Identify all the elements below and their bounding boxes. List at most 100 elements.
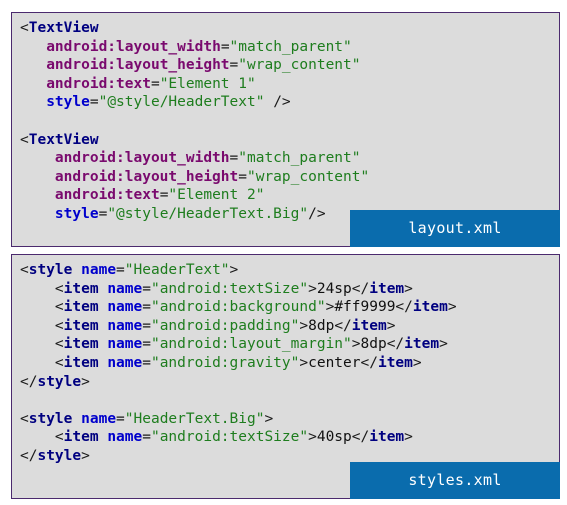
styles-xml-panel: <style name="HeaderText"> <item name="an…: [11, 254, 560, 499]
attribute-value: "android:padding": [150, 317, 300, 334]
attribute-name: android:layout_width: [46, 38, 221, 55]
equals-sign: =: [98, 205, 108, 222]
tag-close: >: [308, 429, 317, 446]
tag-name: TextView: [28, 20, 99, 36]
attribute-name: name: [107, 336, 143, 353]
attribute-name: android:layout_height: [54, 168, 239, 185]
tag-bracket: <: [54, 280, 64, 297]
tag-name: item: [404, 336, 440, 353]
attribute-value: "HeaderText": [124, 262, 230, 278]
tag-name: item: [63, 280, 99, 297]
item-value: center: [308, 354, 361, 371]
tag-name: item: [369, 280, 405, 297]
tag-name: item: [63, 336, 99, 353]
equals-sign: =: [89, 94, 99, 111]
attribute-value: "match_parent": [229, 38, 352, 55]
tag-name: item: [377, 354, 413, 371]
equals-sign: =: [142, 429, 151, 446]
attribute-value: "android:textSize": [150, 280, 309, 297]
code-line: style="@style/HeaderText.Big"/>: [20, 205, 369, 224]
tag-name: style: [28, 410, 73, 427]
tag-name: style: [37, 447, 82, 464]
tag-bracket: </: [20, 447, 38, 464]
tag-name: item: [63, 429, 99, 446]
equals-sign: =: [238, 168, 247, 185]
equals-sign: =: [116, 410, 125, 427]
tag-close: >: [325, 299, 335, 316]
tag-bracket: <: [20, 410, 29, 427]
layout-xml-panel: <TextView android:layout_width="match_pa…: [11, 12, 560, 247]
file-label-styles-xml: styles.xml: [350, 462, 560, 499]
item-value: 8dp: [360, 336, 387, 353]
tag-name: item: [63, 317, 99, 334]
equals-sign: =: [142, 354, 151, 371]
tag-bracket: </: [395, 299, 413, 316]
attribute-value: "Element 2": [168, 187, 265, 204]
equals-sign: =: [142, 280, 151, 297]
attribute-name: name: [81, 262, 117, 278]
tag-name: item: [412, 299, 448, 316]
equals-sign: =: [229, 57, 239, 74]
code-line: <style name="HeaderText.Big">: [20, 410, 457, 429]
tag-close: >: [81, 373, 90, 390]
attribute-name: android:layout_width: [54, 150, 230, 167]
tag-close: >: [404, 429, 413, 446]
attribute-name: android:text: [54, 187, 160, 204]
code-line: <item name="android:background">#ff9999<…: [20, 298, 457, 317]
tag-bracket: <: [20, 131, 29, 148]
attribute-name: name: [107, 280, 143, 297]
attribute-name: name: [107, 429, 143, 446]
code-line: style="@style/HeaderText" />: [20, 93, 369, 112]
attribute-value: "@style/HeaderText.Big": [107, 205, 309, 222]
equals-sign: =: [150, 75, 160, 92]
code-line: android:text="Element 1": [20, 75, 369, 94]
tag-bracket: <: [20, 20, 29, 36]
attribute-value: "android:background": [150, 299, 326, 316]
attribute-name: android:layout_height: [46, 57, 230, 74]
tag-name: item: [63, 299, 99, 316]
code-line: <item name="android:layout_margin">8dp</…: [20, 335, 457, 354]
tag-name: item: [351, 317, 387, 334]
tag-bracket: <: [54, 354, 64, 371]
styles-xml-code: <style name="HeaderText"> <item name="an…: [20, 261, 457, 466]
attribute-name: name: [107, 354, 143, 371]
code-line: <TextView: [20, 19, 369, 38]
tag-bracket: <: [20, 262, 29, 278]
attribute-name: name: [81, 410, 117, 427]
tag-close: >: [229, 262, 239, 278]
tag-bracket: </: [351, 280, 370, 297]
tag-close: >: [81, 447, 90, 464]
item-value: 40sp: [316, 429, 352, 446]
tag-bracket: <: [54, 317, 64, 334]
attribute-name: android:text: [46, 75, 151, 92]
code-line: android:text="Element 2": [20, 186, 369, 205]
code-line: <item name="android:gravity">center</ite…: [20, 354, 457, 373]
attribute-value: "@style/HeaderText": [98, 94, 265, 111]
tag-close: >: [351, 336, 361, 353]
item-value: 24sp: [316, 280, 352, 297]
attribute-value: "match_parent": [238, 150, 361, 167]
tag-close: />: [308, 205, 326, 222]
equals-sign: =: [116, 262, 125, 278]
tag-bracket: </: [351, 429, 370, 446]
equals-sign: =: [142, 299, 151, 316]
tag-close: >: [264, 410, 274, 427]
attribute-value: "Element 1": [159, 75, 256, 92]
